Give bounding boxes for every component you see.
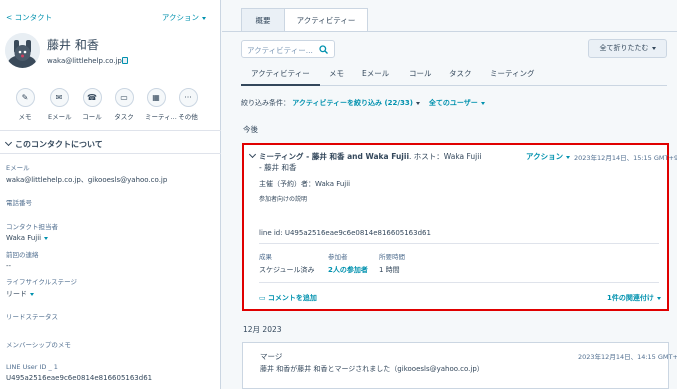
comment-icon: ▭ xyxy=(259,294,268,302)
chevron-down-icon xyxy=(30,292,34,296)
task-icon: ▭ xyxy=(114,88,134,107)
back-to-contacts-link[interactable]: < コンタクト xyxy=(6,12,52,23)
tab-activity[interactable]: アクティビティー xyxy=(284,8,368,32)
chevron-down-icon xyxy=(651,46,656,50)
month-heading: 12月 2023 xyxy=(243,325,282,334)
calendar-icon: ▦ xyxy=(146,88,166,107)
meeting-line-id: line id: U495a2516eae9c6e0814e816605163d… xyxy=(259,229,431,237)
email-action-label: Eメール xyxy=(48,113,72,121)
activity-type-tabs: アクティビティー メモ Eメール コール タスク ミーティング xyxy=(241,68,667,86)
attendee-description-label: 参加者向けの説明 xyxy=(259,196,308,203)
field-last-contacted: 前回の連絡 -- xyxy=(6,251,39,270)
actions-menu[interactable]: アクション xyxy=(162,12,206,23)
phone-icon: ☎ xyxy=(82,88,102,107)
merge-title: マージ xyxy=(260,352,283,361)
meeting-action-button[interactable]: ▦ ミーティ... xyxy=(145,88,177,121)
chevron-down-icon xyxy=(248,150,257,159)
meeting-actions-menu[interactable]: アクション xyxy=(526,151,571,162)
note-action-label: メモ xyxy=(18,113,32,121)
avatar xyxy=(5,33,40,68)
subtab-meetings[interactable]: ミーティング xyxy=(490,68,535,79)
merge-text: 藤井 和香が藤井 和香とマージされました（gikooesls@yahoo.co.… xyxy=(260,365,484,373)
more-icon: ··· xyxy=(178,88,198,107)
divider xyxy=(259,282,659,283)
about-section-toggle[interactable]: このコンタクトについて xyxy=(4,138,103,150)
call-action-label: コール xyxy=(82,113,102,121)
attendees-label: 参加者 xyxy=(328,253,348,261)
field-lead-status[interactable]: リードステータス xyxy=(6,311,58,321)
task-action-button[interactable]: ▭ タスク xyxy=(113,88,135,121)
contact-name: 藤井 和香 xyxy=(47,38,99,52)
activity-panel: 概要 アクティビティー アクティビティー... 全て折りたたむ アクティビティー… xyxy=(222,0,677,389)
meeting-action-label: ミーティ... xyxy=(145,113,177,121)
duration-select[interactable]: 1 時間 xyxy=(379,265,400,275)
subtab-activity[interactable]: アクティビティー xyxy=(241,68,320,86)
attendees-link[interactable]: 2人の参加者 xyxy=(328,265,368,275)
field-lifecycle-stage[interactable]: ライフサイクルステージ リード xyxy=(6,276,77,299)
more-action-label: その他 xyxy=(178,113,198,121)
meeting-title[interactable]: ミーティング - 藤井 和香 and Waka Fujii. ホスト：Waka … xyxy=(248,150,481,162)
sidebar-header: < コンタクト アクション xyxy=(6,12,206,22)
filter-bar: 絞り込み条件： アクティビティーを絞り込み (22/33) 全てのユーザー xyxy=(241,98,485,108)
field-email: Eメール waka@littlehelp.co.jp、gikooesls@yah… xyxy=(6,164,168,184)
upcoming-heading: 今後 xyxy=(243,125,258,134)
filter-activity-link[interactable]: アクティビティーを絞り込み (22/33) xyxy=(292,99,420,107)
subtab-tasks[interactable]: タスク xyxy=(449,68,472,79)
chevron-down-icon xyxy=(44,236,49,240)
chevron-down-icon xyxy=(4,138,13,147)
chevron-down-icon xyxy=(415,101,420,105)
field-phone: 電話番号 xyxy=(6,199,32,207)
chevron-down-icon xyxy=(656,296,661,300)
field-line-user-id[interactable]: LINE User ID _ 1 U495a2516eae9c6e0814e81… xyxy=(6,363,152,382)
duration-label: 所要時間 xyxy=(379,253,405,261)
search-icon xyxy=(319,45,328,56)
outcome-label: 成果 xyxy=(259,253,272,261)
meeting-organizer: 主催（予約）者：Waka Fujii xyxy=(259,180,351,188)
add-comment-button[interactable]: ▭ コメントを追加 xyxy=(259,293,317,303)
pencil-icon: ✎ xyxy=(15,88,35,107)
filter-users-link[interactable]: 全てのユーザー xyxy=(429,99,485,107)
chevron-down-icon xyxy=(566,155,571,159)
copy-icon[interactable] xyxy=(122,57,128,64)
call-action-button[interactable]: ☎ コール xyxy=(81,88,103,121)
merge-activity-card: マージ 2023年12月14日、14:15 GMT+9 藤井 和香が藤井 和香と… xyxy=(242,342,677,389)
outcome-select[interactable]: スケジュール済み xyxy=(259,265,315,275)
envelope-icon: ✉ xyxy=(49,88,69,107)
activity-search-input[interactable]: アクティビティー... xyxy=(241,40,335,58)
divider xyxy=(0,130,221,131)
merge-datetime: 2023年12月14日、14:15 GMT+9 xyxy=(578,353,677,361)
quick-actions: ✎ メモ ✉ Eメール ☎ コール ▭ タスク ▦ ミーティ... ··· その… xyxy=(14,88,204,124)
chevron-down-icon xyxy=(480,101,485,105)
subtab-calls[interactable]: コール xyxy=(409,68,432,79)
contact-email: waka@littlehelp.co.jp xyxy=(47,57,122,65)
email-action-button[interactable]: ✉ Eメール xyxy=(48,88,72,121)
subtab-notes[interactable]: メモ xyxy=(329,68,344,79)
contact-sidebar: < コンタクト アクション 藤井 和香 waka@littlehelp.co.j… xyxy=(0,0,221,389)
task-action-label: タスク xyxy=(114,113,134,121)
meeting-title-line2: - 藤井 和香 xyxy=(259,163,297,172)
associations-menu[interactable]: 1件の関連付け xyxy=(607,293,661,303)
meeting-datetime: 2023年12月14日、15:15 GMT+9 xyxy=(574,154,677,162)
tab-overview[interactable]: 概要 xyxy=(241,8,285,32)
note-action-button[interactable]: ✎ メモ xyxy=(14,88,36,121)
filter-label: 絞り込み条件： xyxy=(241,99,290,107)
collapse-all-button[interactable]: 全て折りたたむ xyxy=(588,39,667,58)
divider xyxy=(259,243,659,244)
more-action-button[interactable]: ··· その他 xyxy=(177,88,199,121)
meeting-activity-card: ミーティング - 藤井 和香 and Waka Fujii. ホスト：Waka … xyxy=(242,143,677,311)
divider xyxy=(0,153,221,154)
divider xyxy=(222,31,677,32)
field-owner[interactable]: コンタクト担当者 Waka Fujii xyxy=(6,221,58,242)
field-membership-notes[interactable]: メンバーシップのメモ xyxy=(6,339,71,349)
chevron-down-icon xyxy=(202,16,206,20)
subtab-emails[interactable]: Eメール xyxy=(362,68,389,79)
